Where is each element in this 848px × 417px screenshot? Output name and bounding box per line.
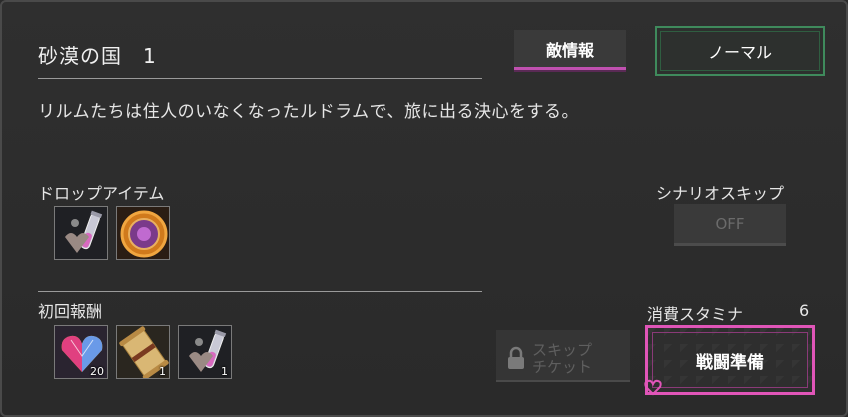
first-reward-scroll[interactable]: 1 <box>116 325 170 379</box>
first-reward-label: 初回報酬 <box>38 302 103 321</box>
stage-description: リルムたちは住人のいなくなったルドラムで、旅に出る決心をする。 <box>38 102 579 122</box>
drop-items-label: ドロップアイテム <box>38 184 165 203</box>
battle-prep-button[interactable]: 戦闘準備 <box>644 325 815 396</box>
first-reward-heart-gem[interactable]: 20 <box>54 325 108 379</box>
difficulty-normal-button[interactable]: ノーマル <box>655 26 825 76</box>
scenario-skip-label: シナリオスキップ <box>656 184 785 203</box>
drop-item-potion[interactable] <box>54 206 108 260</box>
lock-icon <box>508 346 524 369</box>
stamina-cost-value: 6 <box>799 301 810 320</box>
enemy-info-button[interactable]: 敵情報 <box>514 30 626 70</box>
drop-item-coin[interactable] <box>116 206 170 260</box>
section-divider <box>38 291 482 292</box>
first-reward-potion[interactable]: 1 <box>178 325 232 379</box>
difficulty-label: ノーマル <box>707 43 772 62</box>
heart-corner-icon <box>644 379 662 396</box>
reward-count: 1 <box>159 365 166 378</box>
title-divider <box>38 78 482 79</box>
scenario-skip-toggle[interactable]: OFF <box>674 204 786 246</box>
reward-count: 20 <box>90 365 104 378</box>
stage-title: 砂漠の国 1 <box>38 44 157 68</box>
skip-ticket-label: スキップ チケット <box>532 341 593 376</box>
potion-vial-icon <box>55 207 107 259</box>
orange-coin-icon <box>117 207 169 259</box>
reward-count: 1 <box>221 365 228 378</box>
stage-info-panel: 砂漠の国 1 敵情報 ノーマル リルムたちは住人のいなくなったルドラムで、旅に出… <box>0 0 848 417</box>
stamina-cost-label: 消費スタミナ <box>647 305 744 324</box>
skip-ticket-button[interactable]: スキップ チケット <box>496 330 630 382</box>
battle-prep-label: 戦闘準備 <box>696 352 764 373</box>
